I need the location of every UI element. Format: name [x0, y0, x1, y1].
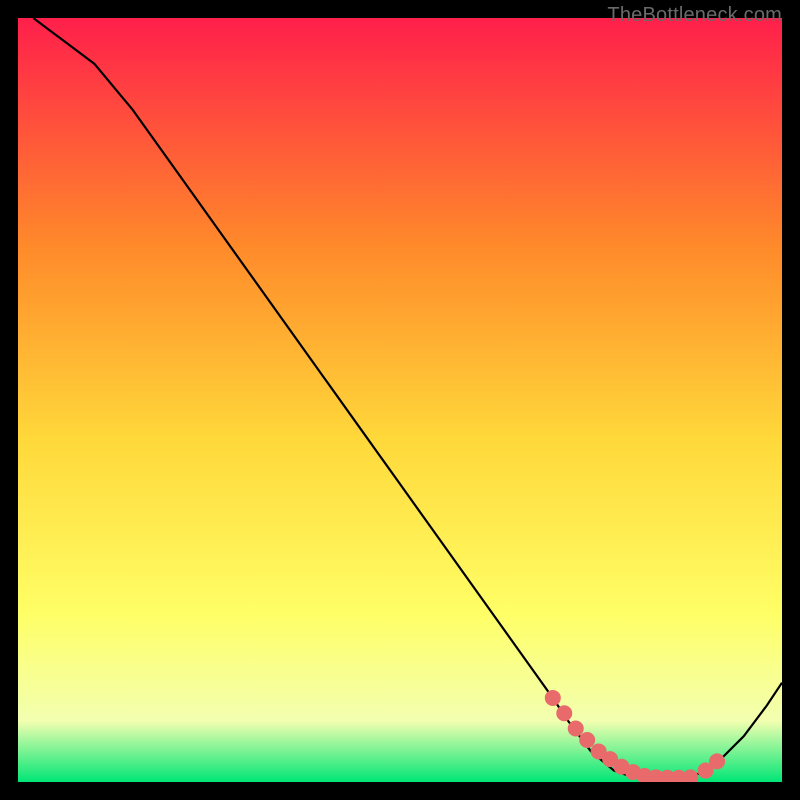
marker-dot [557, 706, 572, 721]
marker-dot [580, 732, 595, 747]
marker-dot [545, 690, 560, 705]
marker-dot [710, 754, 725, 769]
gradient-background [18, 18, 782, 782]
marker-dot [683, 770, 698, 782]
watermark-text: TheBottleneck.com [607, 4, 782, 27]
chart-svg [18, 18, 782, 782]
chart-area [18, 18, 782, 782]
marker-dot [568, 721, 583, 736]
